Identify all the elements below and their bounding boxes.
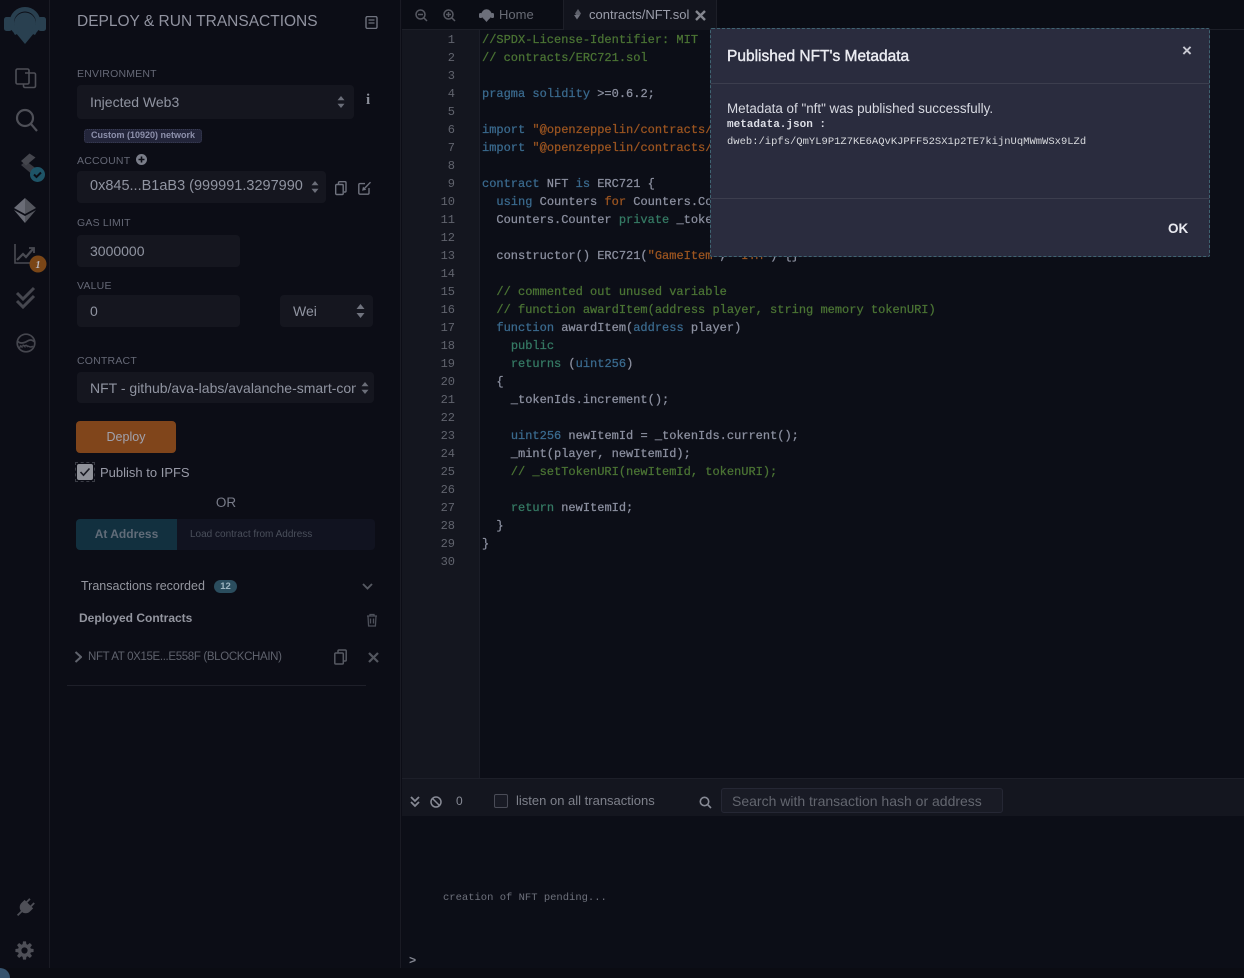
svg-text:1: 1	[36, 260, 41, 271]
